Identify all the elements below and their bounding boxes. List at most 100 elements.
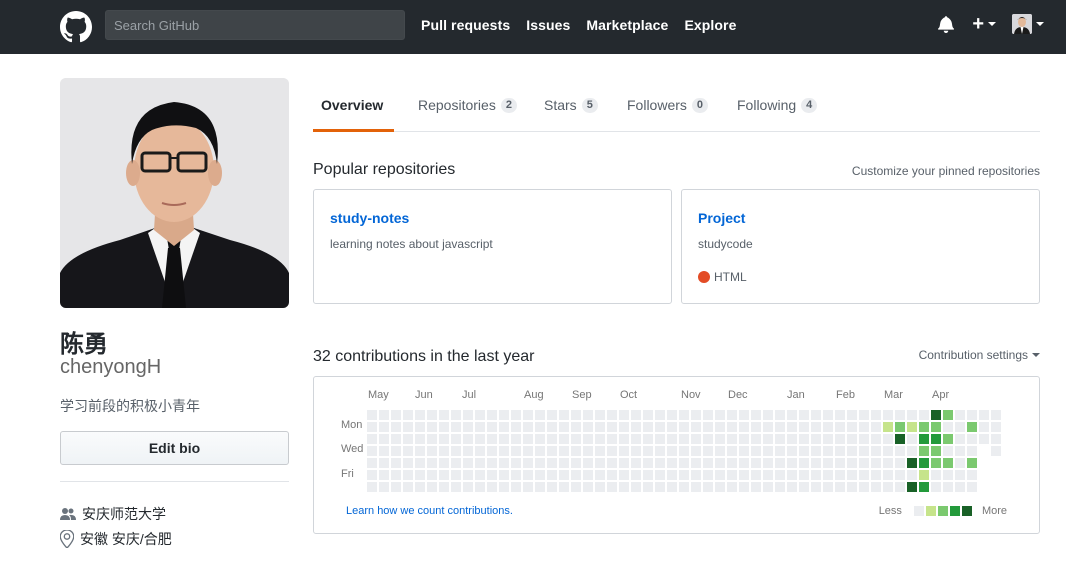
contribution-day-cell[interactable]	[487, 422, 497, 432]
contribution-day-cell[interactable]	[403, 482, 413, 492]
contribution-day-cell[interactable]	[727, 422, 737, 432]
contribution-day-cell[interactable]	[907, 422, 917, 432]
contribution-day-cell[interactable]	[871, 410, 881, 420]
contribution-day-cell[interactable]	[427, 482, 437, 492]
contribution-day-cell[interactable]	[919, 410, 929, 420]
contribution-day-cell[interactable]	[691, 470, 701, 480]
contribution-day-cell[interactable]	[823, 422, 833, 432]
contribution-day-cell[interactable]	[691, 422, 701, 432]
contribution-day-cell[interactable]	[475, 446, 485, 456]
contribution-day-cell[interactable]	[379, 434, 389, 444]
contribution-day-cell[interactable]	[499, 446, 509, 456]
contribution-day-cell[interactable]	[571, 446, 581, 456]
contribution-day-cell[interactable]	[619, 446, 629, 456]
contribution-day-cell[interactable]	[883, 410, 893, 420]
contribution-day-cell[interactable]	[631, 482, 641, 492]
contribution-day-cell[interactable]	[727, 410, 737, 420]
contribution-day-cell[interactable]	[883, 482, 893, 492]
contribution-day-cell[interactable]	[835, 458, 845, 468]
contribution-day-cell[interactable]	[475, 458, 485, 468]
search-input[interactable]	[106, 11, 404, 39]
contribution-day-cell[interactable]	[571, 482, 581, 492]
contribution-day-cell[interactable]	[583, 422, 593, 432]
contribution-day-cell[interactable]	[883, 470, 893, 480]
contribution-day-cell[interactable]	[955, 410, 965, 420]
contribution-day-cell[interactable]	[943, 410, 953, 420]
contribution-day-cell[interactable]	[859, 434, 869, 444]
contribution-day-cell[interactable]	[463, 470, 473, 480]
contribution-day-cell[interactable]	[835, 422, 845, 432]
contribution-day-cell[interactable]	[943, 482, 953, 492]
contribution-day-cell[interactable]	[775, 422, 785, 432]
contribution-day-cell[interactable]	[427, 470, 437, 480]
contribution-day-cell[interactable]	[643, 410, 653, 420]
contribution-day-cell[interactable]	[859, 482, 869, 492]
contribution-day-cell[interactable]	[535, 410, 545, 420]
contribution-day-cell[interactable]	[415, 422, 425, 432]
contribution-day-cell[interactable]	[475, 422, 485, 432]
contribution-day-cell[interactable]	[559, 446, 569, 456]
contribution-day-cell[interactable]	[835, 434, 845, 444]
contribution-day-cell[interactable]	[511, 410, 521, 420]
contribution-day-cell[interactable]	[799, 446, 809, 456]
contribution-day-cell[interactable]	[679, 482, 689, 492]
contribution-day-cell[interactable]	[643, 422, 653, 432]
contribution-day-cell[interactable]	[967, 482, 977, 492]
contribution-day-cell[interactable]	[667, 422, 677, 432]
contribution-day-cell[interactable]	[907, 446, 917, 456]
contribution-day-cell[interactable]	[727, 446, 737, 456]
contribution-day-cell[interactable]	[607, 422, 617, 432]
contribution-day-cell[interactable]	[535, 422, 545, 432]
contribution-day-cell[interactable]	[367, 458, 377, 468]
contribution-day-cell[interactable]	[871, 458, 881, 468]
contribution-day-cell[interactable]	[775, 458, 785, 468]
contribution-day-cell[interactable]	[679, 446, 689, 456]
contribution-day-cell[interactable]	[919, 434, 929, 444]
contribution-day-cell[interactable]	[667, 434, 677, 444]
contribution-day-cell[interactable]	[583, 446, 593, 456]
profile-avatar[interactable]	[60, 78, 289, 308]
contribution-day-cell[interactable]	[643, 482, 653, 492]
contribution-day-cell[interactable]	[847, 410, 857, 420]
contribution-day-cell[interactable]	[559, 410, 569, 420]
contribution-day-cell[interactable]	[679, 458, 689, 468]
contribution-day-cell[interactable]	[931, 446, 941, 456]
contribution-day-cell[interactable]	[367, 422, 377, 432]
contribution-day-cell[interactable]	[379, 470, 389, 480]
contribution-day-cell[interactable]	[487, 446, 497, 456]
contribution-day-cell[interactable]	[871, 434, 881, 444]
contribution-day-cell[interactable]	[751, 434, 761, 444]
contribution-day-cell[interactable]	[787, 446, 797, 456]
contribution-day-cell[interactable]	[391, 410, 401, 420]
contribution-day-cell[interactable]	[475, 410, 485, 420]
contribution-day-cell[interactable]	[595, 410, 605, 420]
contribution-day-cell[interactable]	[895, 446, 905, 456]
contribution-day-cell[interactable]	[655, 410, 665, 420]
contribution-day-cell[interactable]	[391, 458, 401, 468]
contribution-day-cell[interactable]	[463, 434, 473, 444]
contribution-day-cell[interactable]	[811, 410, 821, 420]
contribution-day-cell[interactable]	[403, 470, 413, 480]
contribution-day-cell[interactable]	[823, 446, 833, 456]
contribution-day-cell[interactable]	[895, 422, 905, 432]
contribution-day-cell[interactable]	[667, 482, 677, 492]
contribution-day-cell[interactable]	[607, 470, 617, 480]
contribution-day-cell[interactable]	[619, 422, 629, 432]
contribution-day-cell[interactable]	[967, 434, 977, 444]
contribution-day-cell[interactable]	[643, 458, 653, 468]
contribution-day-cell[interactable]	[403, 458, 413, 468]
contribution-day-cell[interactable]	[775, 446, 785, 456]
contribution-day-cell[interactable]	[931, 482, 941, 492]
contribution-day-cell[interactable]	[523, 434, 533, 444]
contribution-day-cell[interactable]	[967, 446, 977, 456]
contribution-day-cell[interactable]	[439, 482, 449, 492]
contribution-day-cell[interactable]	[655, 458, 665, 468]
contribution-day-cell[interactable]	[907, 470, 917, 480]
contribution-day-cell[interactable]	[727, 482, 737, 492]
contribution-day-cell[interactable]	[427, 446, 437, 456]
contribution-day-cell[interactable]	[967, 470, 977, 480]
contribution-day-cell[interactable]	[379, 422, 389, 432]
contribution-day-cell[interactable]	[919, 458, 929, 468]
contribution-day-cell[interactable]	[691, 410, 701, 420]
contribution-day-cell[interactable]	[787, 470, 797, 480]
